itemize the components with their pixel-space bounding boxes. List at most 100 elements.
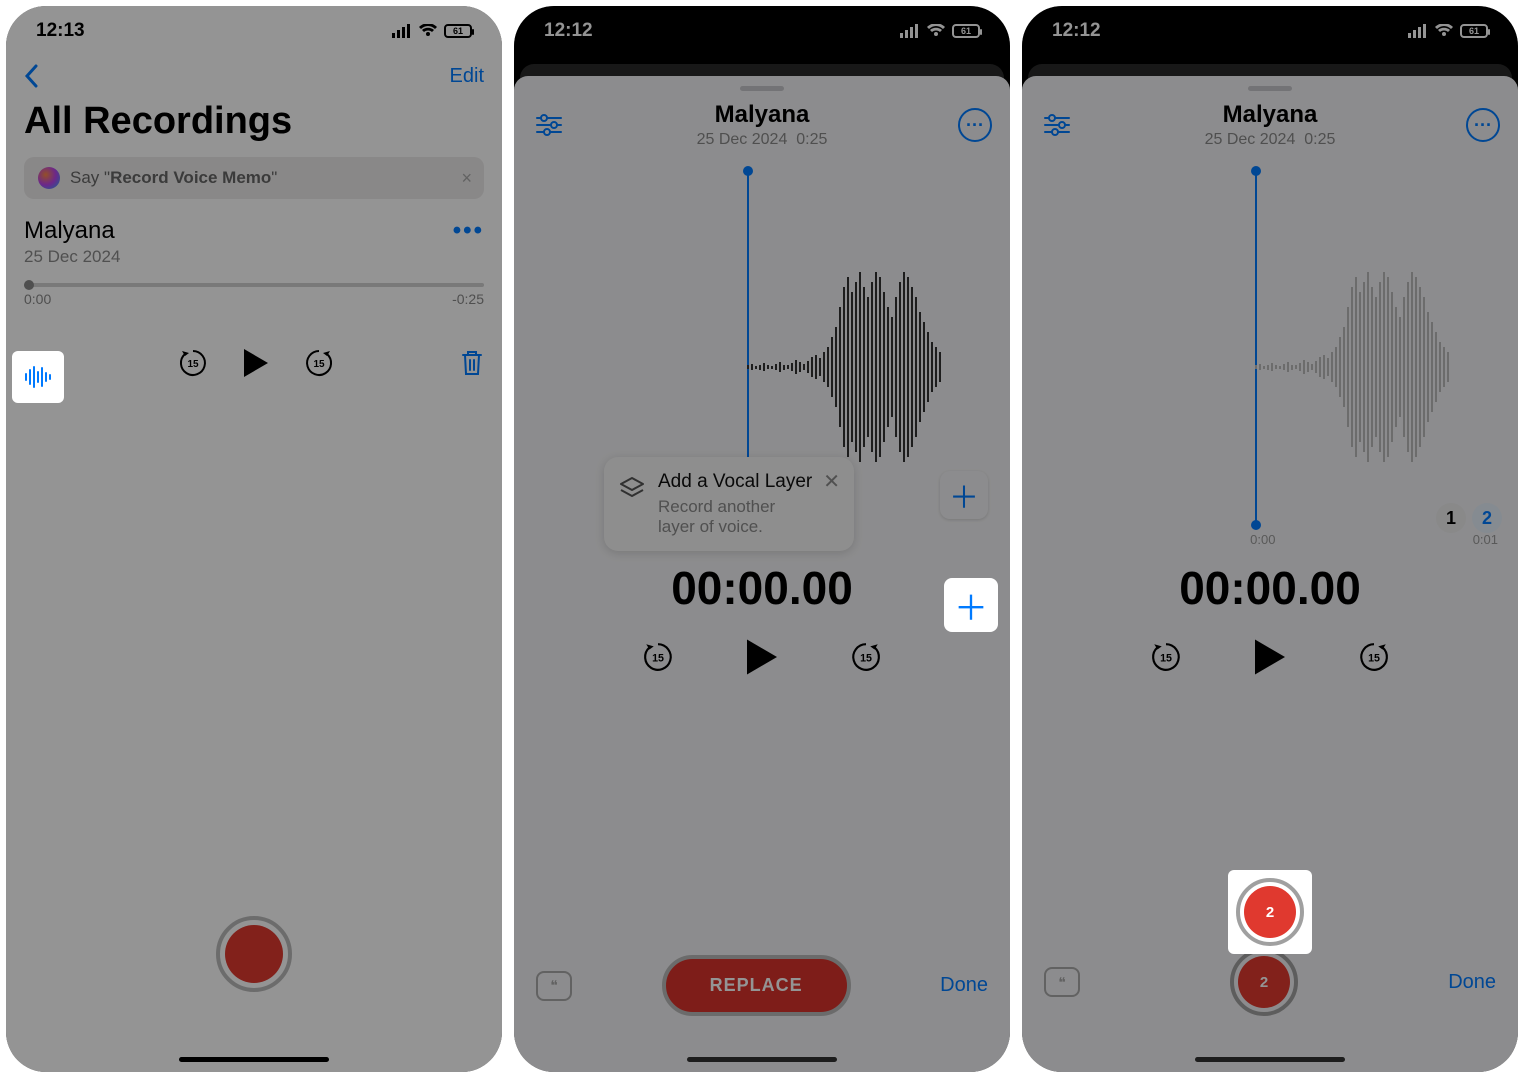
status-bar: 12:13 61 — [6, 6, 502, 56]
edit-subtitle: 25 Dec 2024 0:25 — [697, 131, 828, 149]
status-icons: 61 — [392, 24, 472, 38]
popover-subtitle: Record another layer of voice. — [658, 497, 814, 537]
sheet-handle[interactable] — [1248, 86, 1292, 91]
bottom-bar: ❝ REPLACE Done — [514, 955, 1010, 1016]
wifi-icon — [1434, 24, 1454, 38]
more-icon[interactable]: ••• — [453, 217, 484, 245]
phone-1: 12:13 61 Edit All Recordings Say "Record… — [6, 6, 502, 1072]
settings-sliders-icon[interactable] — [532, 108, 566, 142]
layer-badges: 1 2 — [1436, 503, 1502, 533]
settings-sliders-icon[interactable] — [1040, 108, 1074, 142]
playback-controls: 15 15 — [1022, 637, 1518, 677]
layer-badge-1[interactable]: 1 — [1436, 503, 1466, 533]
siri-suggestion[interactable]: Say "Record Voice Memo" × — [24, 157, 484, 199]
svg-text:15: 15 — [187, 359, 199, 370]
playback-controls: 15 15 — [6, 325, 502, 379]
play-icon[interactable] — [744, 637, 780, 677]
svg-text:15: 15 — [1160, 652, 1172, 664]
page-title: All Recordings — [6, 96, 502, 157]
waveform — [747, 267, 1010, 467]
skip-back-15-icon[interactable]: 15 — [1150, 641, 1182, 673]
battery-icon: 61 — [952, 24, 980, 38]
close-icon[interactable]: ✕ — [823, 469, 840, 494]
edit-subtitle: 25 Dec 2024 0:25 — [1205, 131, 1336, 149]
edit-title: Malyana — [697, 101, 828, 129]
add-layer-popover: Add a Vocal Layer Record another layer o… — [604, 457, 854, 551]
wifi-icon — [418, 24, 438, 38]
tick-1: 0:01 — [1473, 532, 1498, 547]
status-icons: 61 — [1408, 24, 1488, 38]
scrubber[interactable] — [24, 283, 484, 287]
record-button[interactable] — [216, 916, 292, 992]
edit-sheet: Malyana 25 Dec 2024 0:25 ··· Add a Vocal… — [514, 76, 1010, 1072]
time-start: 0:00 — [24, 291, 51, 307]
layer-badge-2[interactable]: 2 — [1472, 503, 1502, 533]
more-circle-icon[interactable]: ··· — [1466, 108, 1500, 142]
highlight-waveform-button — [12, 351, 64, 403]
siri-text: Say "Record Voice Memo" — [70, 168, 277, 188]
recording-title: Malyana — [24, 217, 115, 245]
status-bar: 12:12 61 — [514, 6, 1010, 56]
done-link[interactable]: Done — [1448, 971, 1496, 994]
status-bar: 12:12 61 — [1022, 6, 1518, 56]
phone-3: 12:12 61 Malyana 25 Dec 2024 0:25 ··· — [1022, 6, 1518, 1072]
edit-title: Malyana — [1205, 101, 1336, 129]
close-icon[interactable]: × — [461, 168, 472, 189]
scrub-labels: 0:00 -0:25 — [24, 291, 484, 307]
trash-icon[interactable] — [460, 349, 484, 377]
svg-text:15: 15 — [652, 652, 664, 664]
home-indicator[interactable] — [687, 1057, 837, 1062]
record-layer-button[interactable]: 2 — [1230, 948, 1298, 1016]
skip-forward-15-icon[interactable]: 15 — [1358, 641, 1390, 673]
status-time: 12:12 — [544, 20, 593, 42]
bottom-bar: ❝ 2 Done — [1022, 948, 1518, 1016]
transcript-icon[interactable]: ❝ — [1044, 967, 1080, 997]
edit-header: Malyana 25 Dec 2024 0:25 ··· — [1022, 101, 1518, 149]
skip-back-15-icon[interactable]: 15 — [178, 348, 208, 378]
record-inner — [225, 925, 283, 983]
more-circle-icon[interactable]: ··· — [958, 108, 992, 142]
battery-icon: 61 — [444, 24, 472, 38]
screen-all-recordings: 12:13 61 Edit All Recordings Say "Record… — [6, 6, 502, 1072]
time-remaining: -0:25 — [452, 291, 484, 307]
waveform-area[interactable]: Add a Vocal Layer Record another layer o… — [514, 167, 1010, 547]
tick-0: 0:00 — [1250, 532, 1275, 547]
highlight-record-layer: 2 — [1228, 870, 1312, 954]
home-indicator[interactable] — [179, 1057, 329, 1062]
skip-forward-15-icon[interactable]: 15 — [304, 348, 334, 378]
cellular-icon — [900, 24, 920, 38]
sheet-handle[interactable] — [740, 86, 784, 91]
popover-title: Add a Vocal Layer — [658, 471, 814, 493]
status-icons: 61 — [900, 24, 980, 38]
time-ticks: 0:00 0:01 — [1022, 532, 1518, 547]
back-chevron-icon[interactable] — [24, 64, 38, 88]
status-time: 12:13 — [36, 20, 85, 42]
cellular-icon — [1408, 24, 1428, 38]
play-icon[interactable] — [242, 347, 270, 379]
record-layer-badge: 2 — [1238, 956, 1290, 1008]
timer: 00:00.00 — [1022, 561, 1518, 615]
add-layer-button[interactable]: ＋ — [940, 471, 988, 519]
siri-icon — [38, 167, 60, 189]
highlight-add-layer: ＋ — [944, 578, 998, 632]
waveform-background-layer — [1255, 267, 1518, 467]
phone-2: 12:12 61 Malyana 25 Dec 2024 0:25 ··· — [514, 6, 1010, 1072]
svg-text:15: 15 — [860, 652, 872, 664]
recording-date: 25 Dec 2024 — [24, 247, 484, 267]
transcript-icon[interactable]: ❝ — [536, 971, 572, 1001]
done-link[interactable]: Done — [940, 974, 988, 997]
svg-text:15: 15 — [1368, 652, 1380, 664]
recording-item[interactable]: Malyana ••• 25 Dec 2024 0:00 -0:25 — [6, 199, 502, 325]
svg-text:15: 15 — [313, 359, 325, 370]
waveform-area[interactable]: 1 2 0:00 0:01 — [1022, 167, 1518, 547]
edit-header: Malyana 25 Dec 2024 0:25 ··· — [514, 101, 1010, 149]
timer: 00:00.00 — [514, 561, 1010, 615]
replace-button[interactable]: REPLACE — [662, 955, 851, 1016]
status-time: 12:12 — [1052, 20, 1101, 42]
play-icon[interactable] — [1252, 637, 1288, 677]
layers-icon — [618, 475, 646, 503]
skip-back-15-icon[interactable]: 15 — [642, 641, 674, 673]
skip-forward-15-icon[interactable]: 15 — [850, 641, 882, 673]
edit-link[interactable]: Edit — [450, 65, 484, 88]
home-indicator[interactable] — [1195, 1057, 1345, 1062]
